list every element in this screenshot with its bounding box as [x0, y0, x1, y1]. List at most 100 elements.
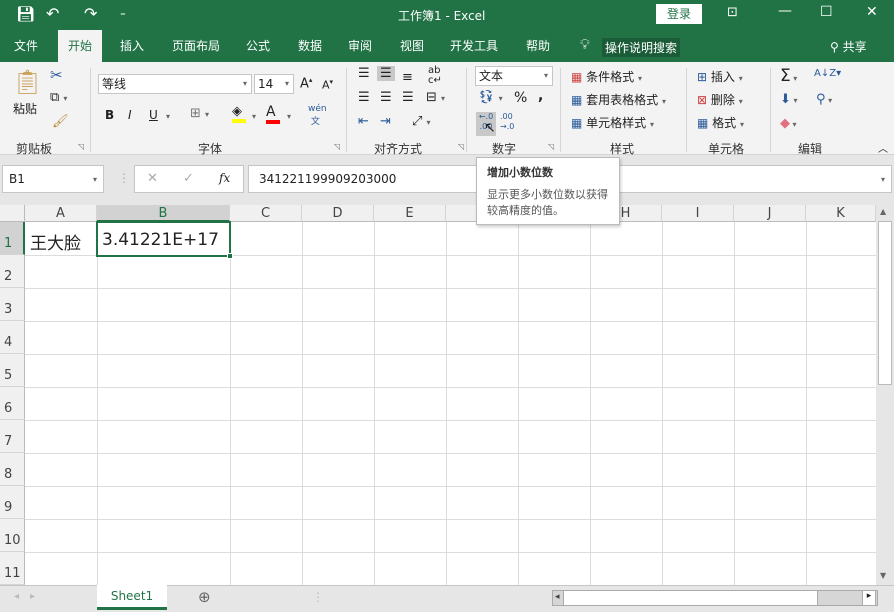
conditional-formatting-button[interactable]: ▦ 条件格式 ▾ — [571, 68, 642, 85]
font-name-select[interactable]: 等线▾ — [98, 74, 252, 94]
save-icon[interactable]: 💾︎ — [16, 5, 35, 23]
decrease-indent-icon[interactable]: ⇤ — [358, 114, 369, 129]
scroll-down-icon[interactable]: ▼ — [880, 571, 886, 580]
column-header-d[interactable]: D — [302, 205, 374, 222]
column-header-c[interactable]: C — [230, 205, 302, 222]
align-middle-icon[interactable]: ☰ — [377, 66, 395, 81]
tell-me-search[interactable]: 操作说明搜索 — [602, 38, 680, 57]
name-box[interactable]: B1▾ — [2, 165, 104, 193]
copy-icon[interactable]: ⧉ ▾ — [50, 90, 67, 105]
select-all-button[interactable] — [0, 205, 25, 222]
row-header-5[interactable]: 5 — [0, 354, 25, 387]
format-painter-icon[interactable]: 🖌︎ — [52, 114, 69, 129]
cell-styles-button[interactable]: ▦ 单元格样式 ▾ — [571, 114, 654, 131]
font-size-select[interactable]: 14▾ — [254, 74, 294, 94]
undo-icon[interactable]: ↶ — [46, 4, 59, 23]
row-header-1[interactable]: 1 — [0, 222, 25, 255]
insert-function-button[interactable]: fx — [219, 171, 230, 185]
accounting-format-icon[interactable]: 💱︎ ▾ — [478, 90, 503, 105]
underline-button[interactable]: U — [149, 108, 158, 122]
column-header-i[interactable]: I — [662, 205, 734, 222]
fill-handle[interactable] — [227, 253, 233, 259]
maximize-button[interactable]: ☐ — [820, 4, 833, 20]
enter-icon[interactable]: ✓ — [183, 171, 194, 186]
align-left-icon[interactable]: ☰ — [358, 90, 370, 105]
tab-page-layout[interactable]: 页面布局 — [164, 30, 228, 62]
format-cells-button[interactable]: ▦ 格式 ▾ — [697, 114, 744, 131]
orientation-icon[interactable]: ⤢ ▾ — [412, 114, 431, 129]
merge-center-icon[interactable]: ⊟ ▾ — [426, 90, 445, 105]
share-button[interactable]: ⚲ 共享 — [830, 38, 867, 55]
decrease-font-size-icon[interactable]: A▾ — [322, 78, 333, 92]
find-select-icon[interactable]: ⚲ ▾ — [816, 92, 832, 107]
increase-font-size-icon[interactable]: A▴ — [300, 76, 312, 91]
phonetic-guide-icon[interactable]: wén 文 — [308, 104, 327, 127]
row-header-11[interactable]: 11 — [0, 552, 25, 585]
border-icon[interactable]: ⊞ ▾ — [190, 106, 209, 121]
tab-formulas[interactable]: 公式 — [238, 30, 278, 62]
dialog-launcher-icon[interactable]: ◹ — [78, 142, 84, 151]
cell-a1[interactable]: 王大脸 — [30, 229, 81, 254]
cell-b1[interactable]: 3.41221E+17 — [96, 221, 231, 257]
bold-button[interactable]: B — [105, 108, 114, 122]
tab-home[interactable]: 开始 — [58, 30, 102, 62]
insert-cells-button[interactable]: ⊞ 插入 ▾ — [697, 68, 743, 85]
row-header-8[interactable]: 8 — [0, 453, 25, 486]
scroll-left-icon[interactable]: ◂ — [555, 592, 560, 602]
row-header-7[interactable]: 7 — [0, 420, 25, 453]
column-header-e[interactable]: E — [374, 205, 446, 222]
close-button[interactable]: ✕ — [866, 4, 878, 20]
horizontal-scrollbar-thumb[interactable] — [563, 591, 818, 605]
dialog-launcher-icon[interactable]: ◹ — [458, 142, 464, 151]
row-header-4[interactable]: 4 — [0, 321, 25, 354]
autosum-icon[interactable]: Σ ▾ — [780, 66, 797, 86]
fill-color-icon[interactable]: ◈ — [232, 104, 246, 123]
dialog-launcher-icon[interactable]: ◹ — [548, 142, 554, 151]
sheet-tab-sheet1[interactable]: Sheet1 — [97, 585, 167, 610]
tab-review[interactable]: 审阅 — [340, 30, 380, 62]
row-header-9[interactable]: 9 — [0, 486, 25, 519]
column-header-j[interactable]: J — [734, 205, 806, 222]
number-format-select[interactable]: 文本▾ — [475, 66, 553, 86]
sort-filter-icon[interactable]: A↓Z▾ — [814, 68, 841, 79]
tab-view[interactable]: 视图 — [392, 30, 432, 62]
cancel-icon[interactable]: ✕ — [147, 171, 158, 186]
tab-help[interactable]: 帮助 — [518, 30, 558, 62]
ribbon-display-icon[interactable]: ⊡ — [727, 5, 738, 20]
minimize-button[interactable]: — — [778, 3, 792, 19]
row-header-6[interactable]: 6 — [0, 387, 25, 420]
new-sheet-button[interactable]: ⊕ — [198, 588, 211, 606]
vertical-scrollbar[interactable]: ▲ ▼ — [876, 205, 894, 585]
customize-qat-icon[interactable]: ₌ — [120, 6, 126, 19]
align-top-icon[interactable]: ☰ — [358, 66, 370, 81]
row-header-3[interactable]: 3 — [0, 288, 25, 321]
delete-cells-button[interactable]: ⊠ 删除 ▾ — [697, 91, 743, 108]
wrap-text-icon[interactable]: abc↵ — [428, 66, 442, 86]
column-header-k[interactable]: K — [806, 205, 876, 222]
fill-icon[interactable]: ⬇ ▾ — [780, 92, 797, 107]
font-color-button[interactable]: A — [266, 104, 280, 124]
column-header-b[interactable]: B — [97, 205, 230, 222]
paste-button[interactable]: 粘贴 — [13, 100, 37, 117]
cut-icon[interactable]: ✂ — [50, 66, 63, 84]
row-header-10[interactable]: 10 — [0, 519, 25, 552]
decrease-decimal-button[interactable]: .00→.0 — [500, 112, 514, 132]
italic-button[interactable]: I — [128, 108, 132, 122]
collapse-ribbon-icon[interactable]: ︿ — [878, 140, 888, 155]
align-bottom-icon[interactable]: ≡ — [402, 70, 413, 85]
increase-indent-icon[interactable]: ⇥ — [380, 114, 391, 129]
scroll-up-icon[interactable]: ▲ — [880, 207, 886, 216]
format-as-table-button[interactable]: ▦ 套用表格格式 ▾ — [571, 91, 666, 108]
login-button[interactable]: 登录 — [656, 4, 702, 24]
tab-file[interactable]: 文件 — [6, 30, 46, 62]
redo-icon[interactable]: ↷ — [84, 4, 97, 23]
row-header-2[interactable]: 2 — [0, 255, 25, 288]
horizontal-scrollbar[interactable]: ◂ — [552, 590, 878, 606]
scroll-sheets-right-icon[interactable]: ▸ — [30, 591, 35, 602]
paste-icon[interactable]: 📋︎ — [12, 68, 42, 96]
tab-insert[interactable]: 插入 — [112, 30, 152, 62]
comma-style-button[interactable]: , — [538, 88, 543, 104]
align-right-icon[interactable]: ☰ — [402, 90, 414, 105]
column-header-a[interactable]: A — [25, 205, 97, 222]
clear-icon[interactable]: ◆ ▾ — [780, 116, 797, 131]
